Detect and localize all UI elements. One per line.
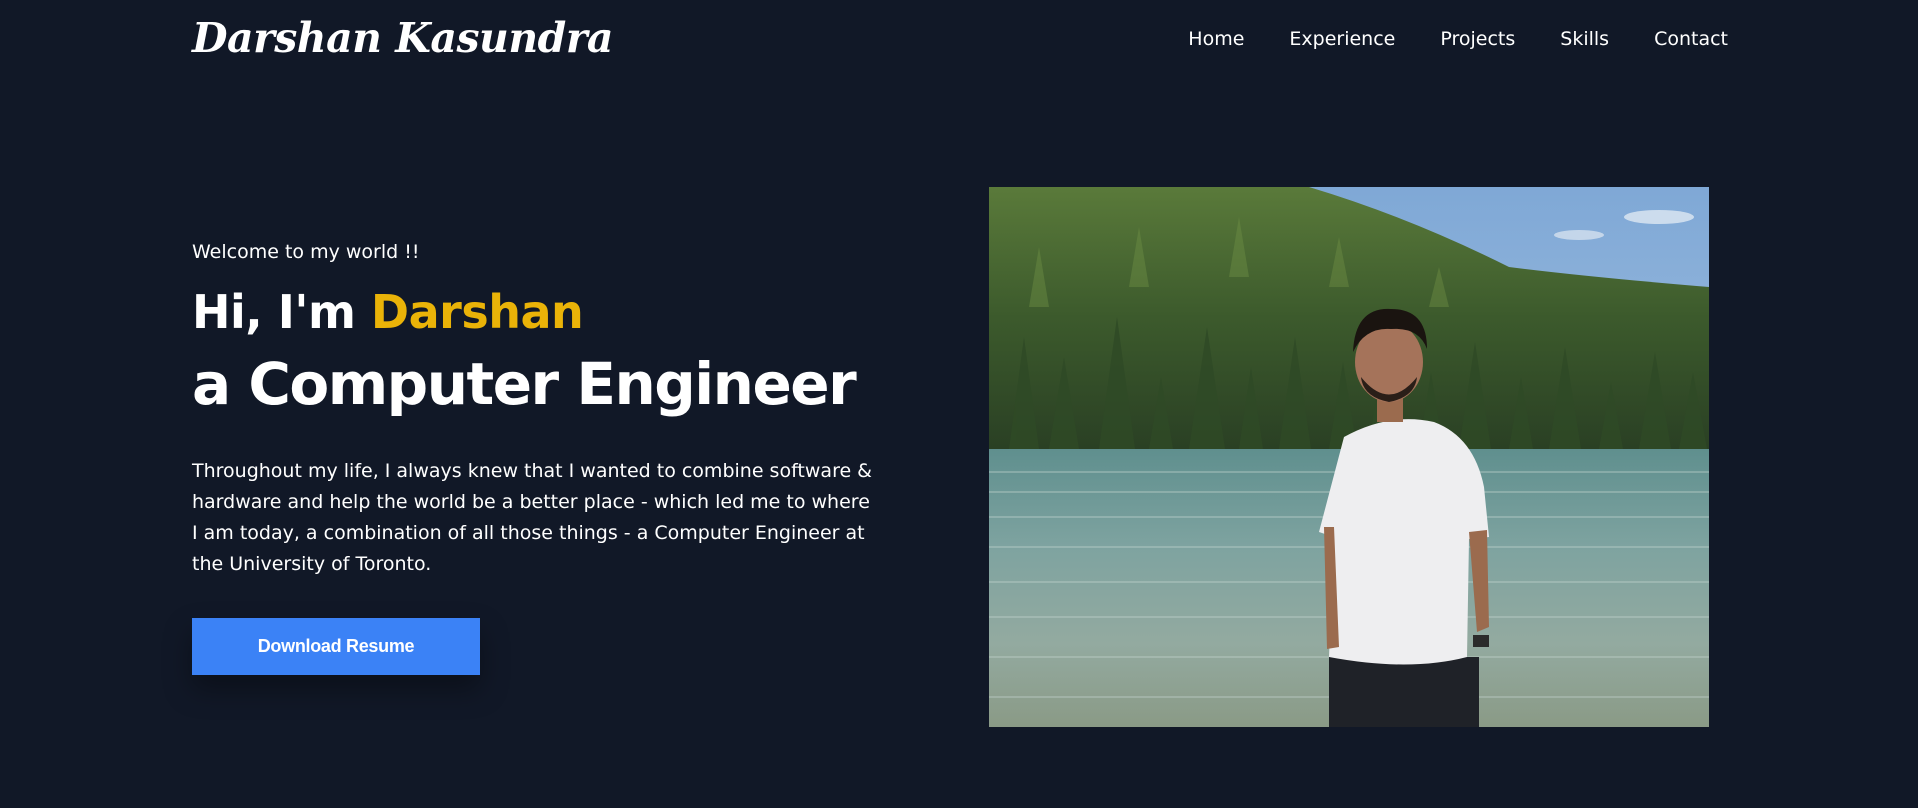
main-nav: Home Experience Projects Skills Contact (1188, 28, 1728, 50)
download-resume-button[interactable]: Download Resume (192, 618, 480, 675)
bio-line: hardware and help the world be a better … (192, 491, 870, 513)
page: Darshan Kasundra Home Experience Project… (0, 0, 1918, 808)
nav-contact[interactable]: Contact (1654, 28, 1728, 50)
greeting-prefix: Hi, I'm (192, 285, 371, 339)
profile-photo (989, 187, 1709, 727)
bio-paragraph: Throughout my life, I always knew that I… (192, 456, 932, 580)
nav-skills[interactable]: Skills (1560, 28, 1609, 50)
nav-projects[interactable]: Projects (1440, 28, 1515, 50)
nav-experience[interactable]: Experience (1289, 28, 1395, 50)
role-heading: a Computer Engineer (192, 350, 857, 418)
bio-line: the University of Toronto. (192, 553, 432, 575)
site-logo[interactable]: Darshan Kasundra (192, 14, 614, 62)
nav-home[interactable]: Home (1188, 28, 1244, 50)
greeting-name: Darshan (370, 285, 584, 339)
bio-line: Throughout my life, I always knew that I… (192, 460, 873, 482)
greeting-heading: Hi, I'm Darshan (192, 285, 584, 339)
welcome-text: Welcome to my world !! (192, 241, 420, 263)
bio-line: I am today, a combination of all those t… (192, 522, 865, 544)
